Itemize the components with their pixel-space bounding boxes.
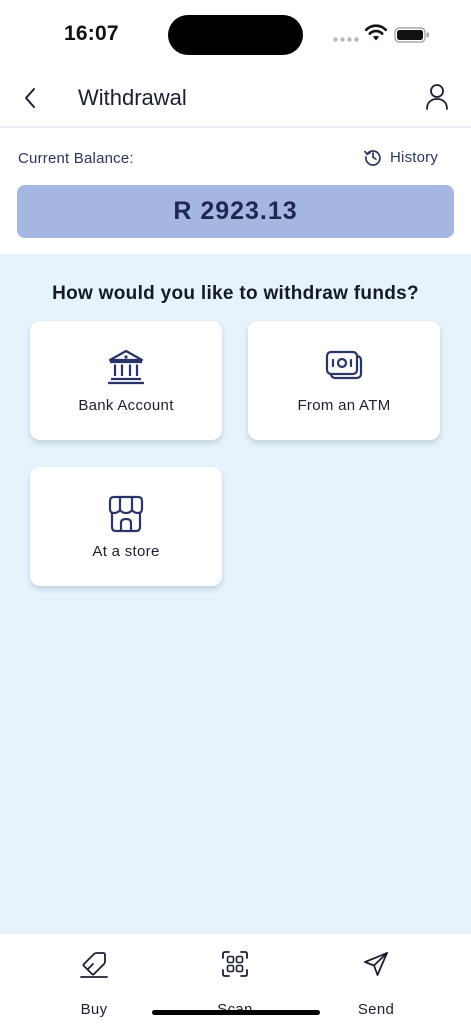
user-icon [426,84,448,110]
bank-icon [108,349,144,385]
dynamic-island [168,15,303,55]
chevron-left-icon [25,88,35,108]
paper-plane-icon [364,952,388,976]
storefront-icon [108,495,144,533]
cellular-dots-icon [333,37,359,42]
back-button[interactable] [14,82,46,114]
home-indicator [152,1010,320,1015]
withdraw-question: How would you like to withdraw funds? [52,283,419,304]
profile-button[interactable] [420,80,454,114]
nav-label: Send [357,1001,395,1018]
option-label: At a store [92,543,160,560]
withdraw-options-area: How would you like to withdraw funds? Ba… [0,254,471,934]
cash-notes-icon [325,350,363,380]
status-time: 16:07 [64,22,119,45]
history-clock-icon [364,150,381,166]
balance-label: Current Balance: [18,150,134,167]
app-header: Withdrawal [0,70,471,128]
nav-label: Buy [80,1001,108,1018]
balance-display: R 2923.13 [17,185,454,238]
balance-section: Current Balance: History R 2923.13 [0,130,471,254]
balance-amount: R 2923.13 [173,197,298,225]
battery-icon [394,27,429,43]
option-atm[interactable]: From an ATM [248,321,440,440]
nav-buy[interactable]: Buy [54,948,134,1018]
tag-icon [80,952,108,978]
option-label: Bank Account [78,397,174,414]
option-bank-account[interactable]: Bank Account [30,321,222,440]
option-store[interactable]: At a store [30,467,222,586]
history-button[interactable]: History [364,148,438,166]
nav-scan[interactable]: Scan [195,948,275,1018]
qr-scan-icon [222,951,248,977]
nav-send[interactable]: Send [336,948,416,1018]
status-bar: 16:07 [0,0,471,70]
page-title: Withdrawal [78,85,187,110]
history-label: History [390,148,439,166]
option-label: From an ATM [297,397,391,414]
wifi-icon [364,24,388,41]
